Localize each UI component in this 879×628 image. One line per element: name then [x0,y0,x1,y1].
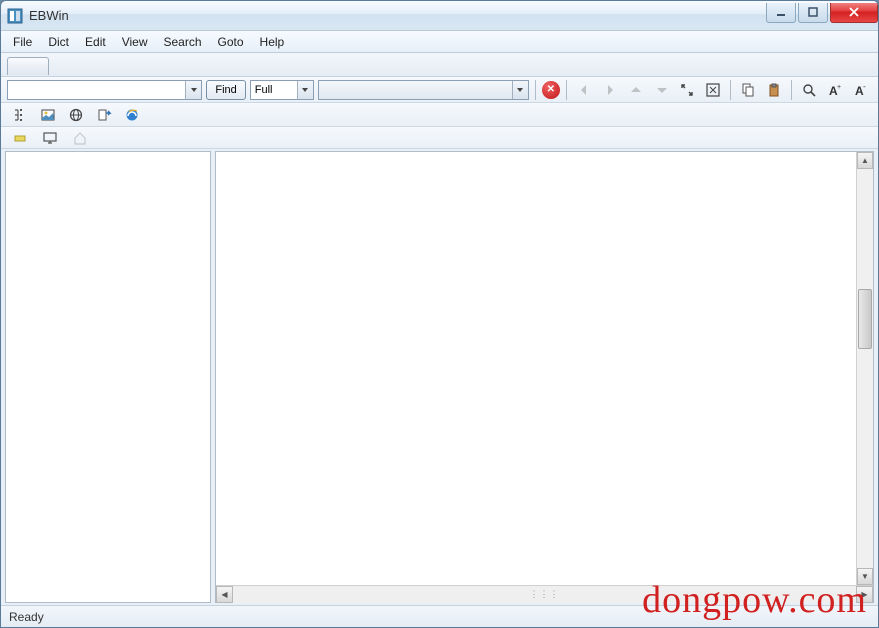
dict-dropdown-button[interactable] [512,81,528,99]
separator [566,80,567,100]
separator [791,80,792,100]
maximize-button[interactable] [798,3,828,23]
font-decrease-button[interactable]: A- [850,79,872,101]
find-button[interactable]: Find [206,80,245,100]
search-mode-combo[interactable]: Full [250,80,314,100]
monitor-icon[interactable] [39,127,61,149]
v-scroll-track[interactable] [857,169,873,568]
scroll-grip-icon: ⋮⋮⋮ [530,589,560,600]
v-scroll-thumb[interactable] [858,289,872,349]
picture-icon[interactable] [37,104,59,126]
menu-view[interactable]: View [114,33,156,51]
search-mode-value: Full [251,84,297,96]
svg-text:+: + [837,84,841,91]
results-pane[interactable] [5,151,211,603]
tab-empty[interactable] [7,57,49,75]
mode-dropdown-button[interactable] [297,81,313,99]
main-toolbar: Find Full [1,77,878,103]
font-increase-button[interactable]: A+ [824,79,846,101]
nav-up-button[interactable] [625,79,647,101]
statusbar: Ready [1,605,878,627]
window-title: EBWin [29,8,764,23]
copy-button[interactable] [737,79,759,101]
svg-text:-: - [863,82,866,91]
app-window: EBWin File Dict Edit View Search Goto He… [0,0,879,628]
tree-view-icon[interactable] [9,104,31,126]
paste-button[interactable] [763,79,785,101]
h-scroll-track[interactable]: ⋮⋮⋮ [233,586,856,603]
stop-button[interactable] [542,81,560,99]
menu-edit[interactable]: Edit [77,33,114,51]
search-dropdown-button[interactable] [185,81,201,99]
horizontal-scrollbar[interactable]: ◀ ⋮⋮⋮ ▶ [216,585,873,602]
globe-icon[interactable] [65,104,87,126]
scroll-down-button[interactable]: ▼ [857,568,873,585]
menu-help[interactable]: Help [252,33,293,51]
menubar: File Dict Edit View Search Goto Help [1,31,878,53]
expand-button[interactable] [702,79,724,101]
separator [535,80,536,100]
nav-down-button[interactable] [651,79,673,101]
tertiary-toolbar [1,127,878,149]
nav-forward-button[interactable] [599,79,621,101]
separator [730,80,731,100]
scroll-right-button[interactable]: ▶ [856,586,873,603]
secondary-toolbar [1,103,878,127]
nav-back-button[interactable] [573,79,595,101]
status-text: Ready [9,610,44,624]
menu-dict[interactable]: Dict [40,33,77,51]
menu-file[interactable]: File [5,33,40,51]
content-area: ▲ ▼ ◀ ⋮⋮⋮ ▶ [1,149,878,605]
app-icon [7,8,23,24]
content-view[interactable] [216,152,873,585]
scroll-up-button[interactable]: ▲ [857,152,873,169]
search-combo[interactable] [7,80,202,100]
scroll-left-button[interactable]: ◀ [216,586,233,603]
zoom-button[interactable] [798,79,820,101]
menu-search[interactable]: Search [156,33,210,51]
menu-goto[interactable]: Goto [210,33,252,51]
close-button[interactable] [830,3,878,23]
ie-icon[interactable] [121,104,143,126]
home-icon[interactable] [69,127,91,149]
minimize-button[interactable] [766,3,796,23]
export-icon[interactable] [93,104,115,126]
bookmark-icon[interactable] [9,127,31,149]
content-pane: ▲ ▼ ◀ ⋮⋮⋮ ▶ [215,151,874,603]
dictionary-combo[interactable] [318,80,529,100]
titlebar: EBWin [1,1,878,31]
shrink-button[interactable] [677,79,699,101]
vertical-scrollbar[interactable]: ▲ ▼ [856,152,873,585]
tabstrip [1,53,878,77]
window-controls [764,3,878,23]
